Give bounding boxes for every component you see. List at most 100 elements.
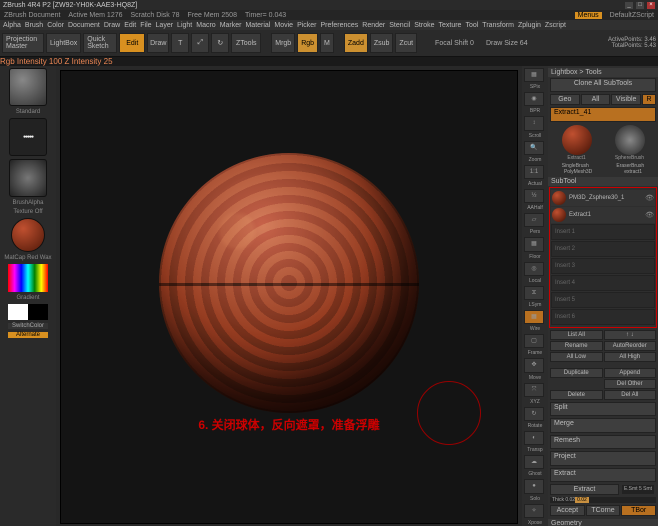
transp-icon[interactable]: ◐ [524,431,544,445]
stroke-swatch[interactable] [9,118,47,156]
menu-transform[interactable]: Transform [482,22,514,29]
menu-brush[interactable]: Brush [25,22,43,29]
allhigh-button[interactable]: All High [604,352,657,362]
draw-size[interactable]: Draw Size 64 [486,40,528,47]
merge-section[interactable]: Merge [550,418,656,432]
accept-button[interactable]: Accept [550,505,585,516]
zadd-button[interactable]: Zadd [344,33,368,53]
menu-zplugin[interactable]: Zplugin [518,22,541,29]
menu-picker[interactable]: Picker [297,22,316,29]
extract-button[interactable]: Extract [550,484,619,495]
arrows-button[interactable]: ↑ ↓ [604,330,657,340]
zsub-button[interactable]: Zsub [370,33,394,53]
scale-button[interactable]: ⤢ [191,33,209,53]
material-swatch[interactable] [11,218,45,252]
menu-stencil[interactable]: Stencil [389,22,410,29]
append-button[interactable]: Append [604,368,657,378]
aahalf-icon[interactable]: ½ [524,189,544,203]
clone-button[interactable]: Clone All SubTools [550,78,656,92]
max-button[interactable]: □ [636,2,644,9]
menu-color[interactable]: Color [47,22,64,29]
menu-material[interactable]: Material [245,22,270,29]
menu-tool[interactable]: Tool [465,22,478,29]
menu-render[interactable]: Render [362,22,385,29]
menu-zscript[interactable]: Zscript [545,22,566,29]
menu-texture[interactable]: Texture [438,22,461,29]
subtool-item[interactable]: Extract1 👁 [551,207,655,223]
menu-macro[interactable]: Macro [196,22,215,29]
menu-layer[interactable]: Layer [156,22,174,29]
ghost-icon[interactable]: ☁ [524,455,544,469]
visible-button[interactable]: Visible [611,94,641,105]
lsym-icon[interactable]: ⧖ [524,286,544,300]
move-icon[interactable]: ✥ [524,358,544,372]
floor-icon[interactable]: ▦ [524,237,544,251]
menu-alpha[interactable]: Alpha [3,22,21,29]
actual-icon[interactable]: 1:1 [524,165,544,179]
subtool-slot[interactable]: Insert 3 [551,258,655,274]
rot-icon[interactable]: ↻ [524,407,544,421]
lightbox-tools-hdr[interactable]: Lightbox > Tools [548,68,658,77]
extract-sliders[interactable]: E.Smt 5 Smt [622,485,654,494]
menu-file[interactable]: File [140,22,151,29]
tbor-button[interactable]: TBor [621,505,656,516]
delete-button[interactable]: Delete [550,390,603,400]
draw-button[interactable]: Draw [147,33,169,53]
m-button[interactable]: M [320,33,334,53]
rgb-button[interactable]: Rgb [297,33,318,53]
extract1b-label[interactable]: extract1 [624,169,642,175]
scroll-icon[interactable]: ↕ [524,116,544,130]
brush-extract1-icon[interactable] [562,125,592,155]
remesh-section[interactable]: Remesh [550,435,656,449]
all-button[interactable]: All [581,94,611,105]
pers-icon[interactable]: ▱ [524,213,544,227]
subtool-vis-icon[interactable]: 👁 [645,211,654,219]
local-icon[interactable]: ◎ [524,262,544,276]
alpha-swatch[interactable] [9,159,47,197]
alternate-button[interactable]: Alternate [8,332,48,338]
rename-button[interactable]: Rename [550,341,603,351]
xpose-icon[interactable]: ✧ [524,504,544,518]
mrgb-button[interactable]: Mrgb [271,33,295,53]
geometry-header[interactable]: Geometry [548,519,658,526]
thick-slider[interactable]: Thick 0.02 0.02 [550,497,656,503]
zcut-button[interactable]: Zcut [395,33,417,53]
focal-shift[interactable]: Focal Shift 0 [435,40,474,47]
menu-preferences[interactable]: Preferences [321,22,359,29]
listall-button[interactable]: List All [550,330,603,340]
viewport[interactable]: 6. 关闭球体，反向遮罩，准备浮雕 [60,70,518,524]
lightbox-button[interactable]: LightBox [46,33,81,53]
wire-icon[interactable]: ▦ [524,310,544,324]
tcorne-button[interactable]: TCorne [586,505,621,516]
r-button[interactable]: R [642,94,656,105]
subtool-slot[interactable]: Insert 1 [551,224,655,240]
menu-edit[interactable]: Edit [124,22,136,29]
edit-button[interactable]: Edit [119,33,145,53]
gradient-swatch[interactable] [8,304,48,320]
duplicate-button[interactable]: Duplicate [550,368,603,378]
subtool-slot[interactable]: Insert 4 [551,275,655,291]
geo-button[interactable]: Geo [550,94,580,105]
quicksketch-button[interactable]: Quick Sketch [83,33,117,53]
ztools-button[interactable]: ZTools [231,33,261,53]
delall-button[interactable]: Del All [604,390,657,400]
min-button[interactable]: _ [625,2,633,9]
move-button[interactable]: T [171,33,189,53]
subtool-item[interactable]: PM3D_Zsphere30_1 👁 [551,190,655,206]
menu-document[interactable]: Document [68,22,100,29]
project-section[interactable]: Project [550,451,656,465]
frame-icon[interactable]: ▢ [524,334,544,348]
polymesh3d-label[interactable]: PolyMesh3D [564,169,592,175]
menu-draw[interactable]: Draw [104,22,120,29]
color-picker[interactable] [8,264,48,292]
subtool-slot[interactable]: Insert 6 [551,309,655,325]
menu-stroke[interactable]: Stroke [414,22,434,29]
subtool-header[interactable]: SubTool [548,177,658,186]
subtool-slot[interactable]: Insert 2 [551,241,655,257]
xyz-icon[interactable]: ⤧ [524,383,544,397]
projection-master-button[interactable]: Projection Master [2,33,44,53]
solo-icon[interactable]: ● [524,479,544,493]
close-button[interactable]: × [647,2,655,9]
menus-toggle[interactable]: Menus [575,12,602,19]
alllow-button[interactable]: All Low [550,352,603,362]
